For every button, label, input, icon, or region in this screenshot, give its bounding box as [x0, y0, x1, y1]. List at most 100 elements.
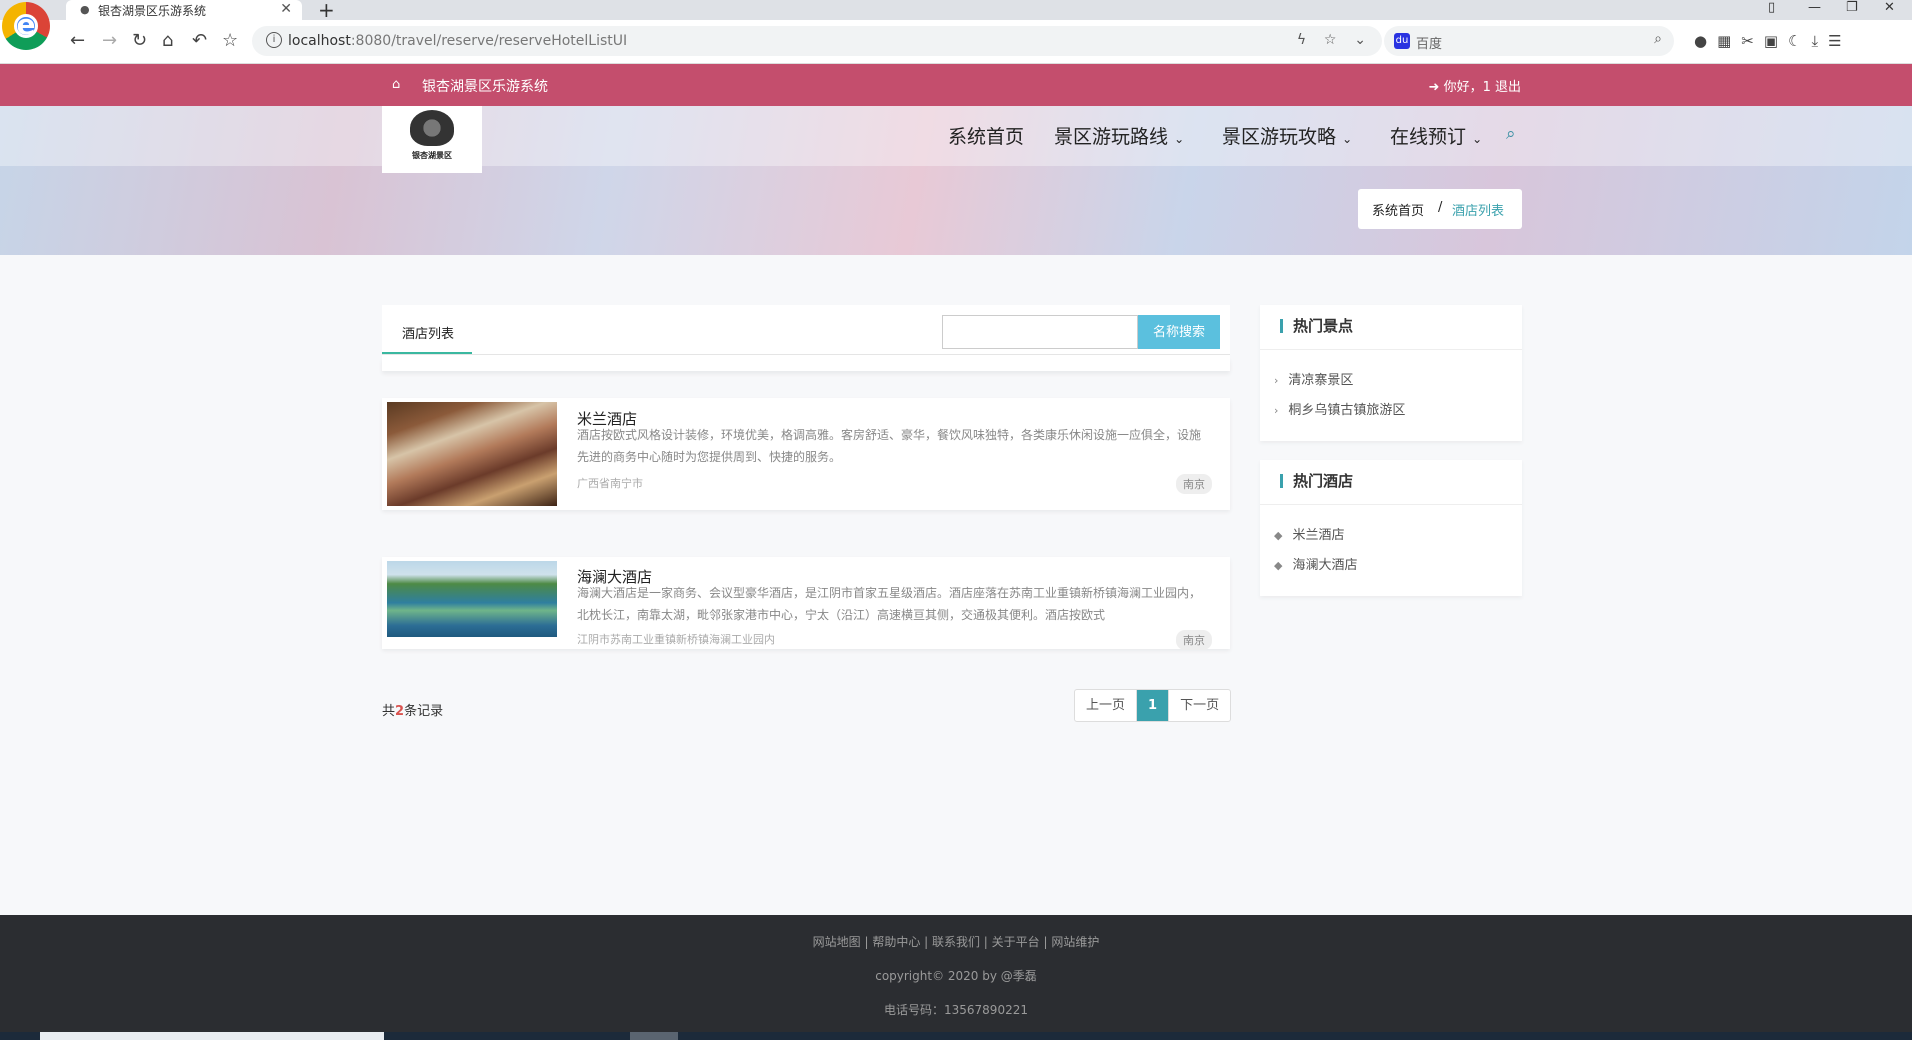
tab-hotel-list[interactable]: 酒店列表: [402, 323, 454, 342]
nav-guides[interactable]: 景区游玩攻略 ⌄: [1222, 122, 1352, 149]
site-brand[interactable]: 银杏湖景区乐游系统: [422, 76, 548, 96]
search-icon[interactable]: ⌕: [1654, 31, 1662, 47]
favorite-star-icon[interactable]: ☆: [1324, 32, 1337, 48]
browser-search-box[interactable]: du 百度 ⌕: [1384, 26, 1674, 56]
record-count-prefix: 共: [382, 704, 396, 719]
close-window-icon[interactable]: ✕: [1884, 0, 1895, 15]
hotel-card[interactable]: 米兰酒店 酒店按欧式风格设计装修，环境优美，格调高雅。客房舒适、豪华，餐饮风味独…: [382, 398, 1230, 510]
extension-icons[interactable]: ●▦✂▣☾⤓☰: [1694, 32, 1852, 50]
hotel-address: 江阴市苏南工业重镇新桥镇海澜工业园内: [577, 633, 775, 646]
new-tab-icon[interactable]: +: [318, 0, 335, 22]
home-icon[interactable]: ⌂: [392, 77, 400, 92]
address-bar-icons: ϟ ☆ ⌄: [1297, 32, 1366, 48]
site-info-icon[interactable]: i: [266, 32, 282, 48]
baidu-icon: du: [1394, 33, 1410, 49]
divider: [1260, 349, 1522, 350]
chevron-right-icon: ›: [1274, 404, 1279, 417]
nav-booking-label: 在线预订: [1390, 126, 1467, 148]
taskbar-item[interactable]: [630, 1032, 678, 1040]
user-greeting[interactable]: ➜ 你好，1 退出: [1429, 76, 1521, 95]
hotel-photo[interactable]: [387, 561, 557, 637]
tag-icon: ◆: [1274, 559, 1283, 572]
nav-routes[interactable]: 景区游玩路线 ⌄: [1054, 122, 1184, 149]
hot-spots-panel: 热门景点 › 清凉寨景区 › 桐乡乌镇古镇旅游区: [1260, 305, 1522, 441]
hotel-city-tag: 南京: [1176, 630, 1212, 650]
spot-label: 清凉寨景区: [1288, 373, 1354, 388]
record-count-number: 2: [395, 704, 405, 719]
nav-home[interactable]: 系统首页: [948, 122, 1024, 149]
undo-icon[interactable]: ↶: [192, 30, 207, 51]
browser-search-placeholder: 百度: [1416, 37, 1443, 52]
breadcrumb-separator: /: [1438, 200, 1443, 215]
hotel-link-label: 米兰酒店: [1292, 528, 1345, 543]
nav-booking[interactable]: 在线预订 ⌄: [1390, 122, 1482, 149]
login-icon: ➜: [1428, 80, 1440, 95]
title-accent-bar: [1280, 474, 1283, 488]
back-icon[interactable]: ←: [70, 30, 85, 51]
close-tab-icon[interactable]: ✕: [280, 1, 292, 17]
search-icon[interactable]: ⌕: [1506, 124, 1516, 144]
hotel-card[interactable]: 海澜大酒店 海澜大酒店是一家商务、会议型豪华酒店，是江阴市首家五星级酒店。酒店座…: [382, 557, 1230, 650]
site-logo[interactable]: 银杏湖景区: [382, 106, 482, 173]
lightning-icon[interactable]: ϟ: [1297, 32, 1306, 48]
site-topbar: ⌂ 银杏湖景区乐游系统 ➜ 你好，1 退出: [0, 64, 1912, 106]
spot-link[interactable]: › 桐乡乌镇古镇旅游区: [1274, 399, 1405, 418]
chevron-down-icon[interactable]: ⌄: [1354, 32, 1366, 48]
taskbar-item[interactable]: [40, 1032, 384, 1040]
footer-phone: 电话号码：13567890221: [884, 1003, 1028, 1017]
pin-window-icon[interactable]: ▯: [1768, 0, 1775, 15]
chevron-down-icon: ⌄: [1174, 132, 1185, 146]
spot-label: 桐乡乌镇古镇旅游区: [1288, 403, 1406, 418]
hot-spots-title: 热门景点: [1280, 315, 1353, 336]
browser-tab[interactable]: ● 银杏湖景区乐游系统 ✕: [66, 0, 302, 20]
logo-text: 银杏湖景区: [412, 151, 452, 160]
hotel-address: 广西省南宁市: [577, 477, 643, 490]
forward-icon[interactable]: →: [102, 30, 117, 51]
divider: [1260, 504, 1522, 505]
user-logout-text[interactable]: 你好，1 退出: [1444, 80, 1521, 95]
footer-links[interactable]: 网站地图 | 帮助中心 | 联系我们 | 关于平台 | 网站维护: [0, 933, 1912, 950]
hotel-description: 酒店按欧式风格设计装修，环境优美，格调高雅。客房舒适、豪华，餐饮风味独特，各类康…: [577, 428, 1202, 464]
spot-link[interactable]: › 清凉寨景区: [1274, 369, 1353, 388]
address-url[interactable]: localhost:8080/travel/reserve/reserveHot…: [288, 33, 627, 49]
tag-icon: ◆: [1274, 529, 1283, 542]
breadcrumb: 系统首页 / 酒店列表: [1358, 189, 1522, 229]
chevron-down-icon: ⌄: [1472, 132, 1483, 146]
bookmark-star-icon[interactable]: ☆: [222, 30, 238, 51]
nav-guides-label: 景区游玩攻略: [1222, 126, 1337, 148]
address-bar[interactable]: i localhost:8080/travel/reserve/reserveH…: [252, 26, 1382, 56]
name-search-button[interactable]: 名称搜索: [1138, 315, 1220, 349]
nav-routes-label: 景区游玩路线: [1054, 126, 1169, 148]
hotel-list-header: 酒店列表 名称搜索: [382, 305, 1230, 357]
browser-logo-icon: e: [2, 2, 50, 50]
hot-hotels-title-text: 热门酒店: [1293, 472, 1354, 490]
restore-window-icon[interactable]: ❐: [1846, 0, 1858, 15]
hotel-link[interactable]: ◆ 米兰酒店: [1274, 524, 1344, 543]
hotel-link-label: 海澜大酒店: [1292, 558, 1358, 573]
site-footer: 网站地图 | 帮助中心 | 联系我们 | 关于平台 | 网站维护 copyrig…: [0, 915, 1912, 1040]
record-count: 共2条记录: [382, 700, 443, 719]
browser-tab-title: 银杏湖景区乐游系统: [98, 4, 207, 18]
hotel-search-input[interactable]: [942, 315, 1138, 349]
hotel-link[interactable]: ◆ 海澜大酒店: [1274, 554, 1357, 573]
title-accent-bar: [1280, 319, 1283, 333]
hotel-photo[interactable]: [387, 402, 557, 506]
list-spacer: [382, 357, 1230, 371]
page-favicon-icon: ●: [80, 3, 90, 16]
browser-toolbar: ← → ↻ ⌂ ↶ ☆ i localhost:8080/travel/rese…: [0, 20, 1912, 64]
hotel-description: 海澜大酒店是一家商务、会议型豪华酒店，是江阴市首家五星级酒店。酒店座落在苏南工业…: [577, 586, 1202, 622]
os-taskbar: [0, 1032, 1912, 1040]
next-page-button[interactable]: 下一页: [1168, 690, 1230, 721]
chevron-right-icon: ›: [1274, 374, 1279, 387]
page-1-button[interactable]: 1: [1136, 690, 1169, 721]
minimize-window-icon[interactable]: —: [1808, 0, 1821, 15]
prev-page-button[interactable]: 上一页: [1075, 690, 1136, 721]
breadcrumb-home[interactable]: 系统首页: [1372, 200, 1424, 219]
main-content: 酒店列表 名称搜索 米兰酒店 酒店按欧式风格设计装修，环境优美，格调高雅。客房舒…: [0, 255, 1912, 915]
home-browser-icon[interactable]: ⌂: [162, 30, 173, 51]
footer-copyright: copyright© 2020 by @季磊: [875, 969, 1037, 983]
logo-emblem-icon: [410, 110, 454, 146]
reload-icon[interactable]: ↻: [132, 30, 147, 51]
breadcrumb-current: 酒店列表: [1452, 204, 1505, 219]
url-path: :8080/travel/reserve/reserveHotelListUI: [350, 33, 628, 49]
